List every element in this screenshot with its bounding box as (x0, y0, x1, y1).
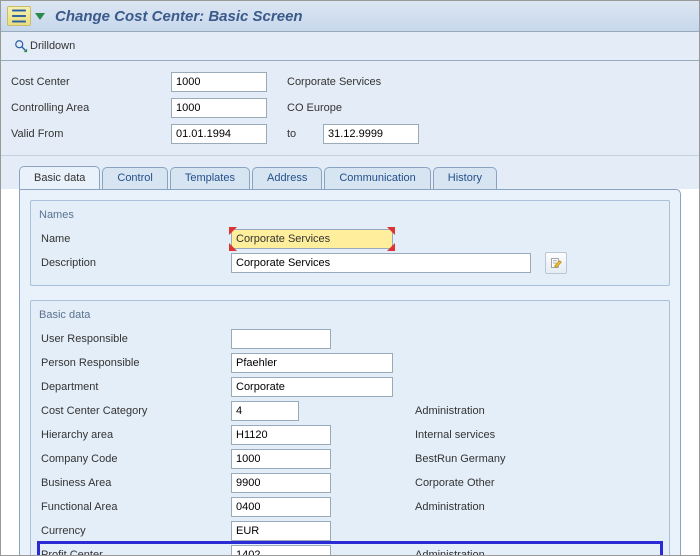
drilldown-label: Drilldown (30, 40, 75, 52)
group-names-title: Names (39, 207, 661, 227)
department-label: Department (39, 381, 231, 393)
controlling-area-text: CO Europe (287, 102, 417, 114)
tab-address[interactable]: Address (252, 167, 322, 190)
hierarchy-label: Hierarchy area (39, 429, 231, 441)
user-responsible-label: User Responsible (39, 333, 231, 345)
profit-center-input[interactable] (231, 545, 331, 556)
functional-area-text: Administration (415, 501, 485, 513)
department-input[interactable] (231, 377, 393, 397)
toolbar: Drilldown (1, 32, 699, 61)
controlling-area-input[interactable] (171, 98, 267, 118)
group-names: Names Name Description (30, 200, 670, 286)
person-responsible-label: Person Responsible (39, 357, 231, 369)
edit-long-text-button[interactable] (545, 252, 567, 274)
name-label: Name (39, 233, 231, 245)
tab-templates[interactable]: Templates (170, 167, 250, 190)
tab-panel-basic-data: Names Name Description (19, 189, 681, 556)
cc-category-label: Cost Center Category (39, 405, 231, 417)
list-icon[interactable] (7, 6, 31, 26)
tab-basic-data[interactable]: Basic data (19, 166, 100, 189)
dropdown-icon[interactable] (33, 9, 47, 23)
app-window: Change Cost Center: Basic Screen Drilldo… (0, 0, 700, 556)
company-code-text: BestRun Germany (415, 453, 505, 465)
pencil-icon (550, 257, 562, 269)
tab-control[interactable]: Control (102, 167, 167, 190)
to-label: to (287, 128, 323, 140)
name-input[interactable] (231, 229, 393, 249)
company-code-label: Company Code (39, 453, 231, 465)
controlling-area-label: Controlling Area (11, 102, 171, 114)
hierarchy-input[interactable] (231, 425, 331, 445)
business-area-text: Corporate Other (415, 477, 494, 489)
functional-area-label: Functional Area (39, 501, 231, 513)
valid-from-input[interactable] (171, 124, 267, 144)
valid-to-input[interactable] (323, 124, 419, 144)
cc-category-text: Administration (415, 405, 485, 417)
header-area: Cost Center Corporate Services Controlli… (1, 61, 699, 156)
cc-category-input[interactable] (231, 401, 299, 421)
person-responsible-input[interactable] (231, 353, 393, 373)
profit-center-label: Profit Center (39, 549, 231, 556)
cost-center-label: Cost Center (11, 76, 171, 88)
currency-label: Currency (39, 525, 231, 537)
hierarchy-text: Internal services (415, 429, 495, 441)
cost-center-text: Corporate Services (287, 76, 417, 88)
tab-communication[interactable]: Communication (324, 167, 430, 190)
profit-center-text: Administration (415, 549, 485, 556)
title-bar: Change Cost Center: Basic Screen (1, 1, 699, 32)
drilldown-icon (14, 39, 28, 53)
profit-center-row: Profit Center Administration (39, 543, 661, 556)
page-title: Change Cost Center: Basic Screen (55, 8, 303, 25)
business-area-label: Business Area (39, 477, 231, 489)
tab-history[interactable]: History (433, 167, 497, 190)
cost-center-input[interactable] (171, 72, 267, 92)
drilldown-button[interactable]: Drilldown (9, 36, 80, 56)
business-area-input[interactable] (231, 473, 331, 493)
group-basic-data-title: Basic data (39, 307, 661, 327)
company-code-input[interactable] (231, 449, 331, 469)
user-responsible-input[interactable] (231, 329, 331, 349)
description-label: Description (39, 257, 231, 269)
functional-area-input[interactable] (231, 497, 331, 517)
group-basic-data: Basic data User Responsible Person Respo… (30, 300, 670, 556)
currency-input[interactable] (231, 521, 331, 541)
tab-strip: Basic data Control Templates Address Com… (1, 156, 699, 189)
valid-from-label: Valid From (11, 128, 171, 140)
description-input[interactable] (231, 253, 531, 273)
